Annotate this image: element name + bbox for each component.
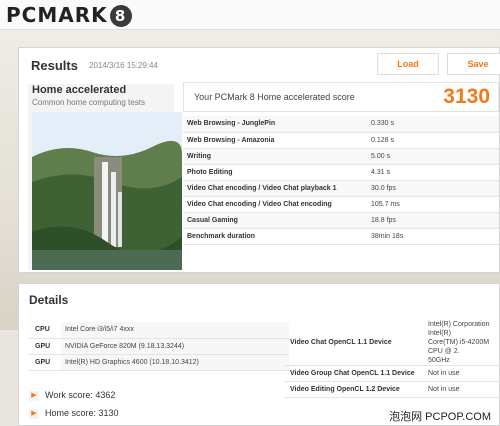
- hardware-table: CPU Intel Core i3/i5/i7 4xxx GPU NVIDIA …: [29, 322, 289, 371]
- top-bar: PCMARK 8: [0, 0, 500, 30]
- hardware-type: CPU: [29, 322, 61, 339]
- metric-value: 105.7 ms: [371, 200, 400, 208]
- home-score-expander[interactable]: ▶ Home score: 3130: [29, 408, 119, 422]
- hardware-name: Intel(R) HD Graphics 4600 (10.18.10.3412…: [61, 354, 289, 371]
- score-label: Your PCMark 8 Home accelerated score: [194, 92, 355, 102]
- metric-name: Photo Editing: [187, 168, 233, 176]
- metrics-table: Web Browsing - JunglePin 0.330 s Web Bro…: [183, 116, 499, 245]
- opencl-name: Video Editing OpenCL 1.2 Device: [284, 381, 424, 398]
- metric-value: 0.330 s: [371, 120, 394, 128]
- chevron-right-icon: ▶: [29, 408, 39, 419]
- chevron-right-icon: ▶: [29, 390, 39, 401]
- save-button[interactable]: Save: [447, 53, 500, 75]
- home-score: Home score: 3130: [45, 408, 119, 418]
- metric-row: Video Chat encoding / Video Chat encodin…: [183, 196, 499, 212]
- results-panel: Results 2014/3/16 15:29:44 Load Save Hom…: [18, 47, 500, 273]
- details-panel: Details CPU Intel Core i3/i5/i7 4xxx GPU…: [18, 283, 500, 426]
- metric-row: Web Browsing - Amazonia 0.128 s: [183, 132, 499, 148]
- waterfall-image: [32, 112, 182, 270]
- test-name: Home accelerated: [32, 84, 127, 96]
- details-title: Details: [29, 293, 69, 307]
- metric-value: 5.00 s: [371, 152, 391, 160]
- hardware-name: NVIDIA GeForce 820M (9.18.13.3244): [61, 338, 289, 355]
- metric-value: 0.128 s: [371, 136, 394, 144]
- score-value: 3130: [443, 85, 490, 108]
- results-date: 2014/3/16 15:29:44: [89, 61, 158, 70]
- metric-row: Casual Gaming 18.8 fps: [183, 212, 499, 228]
- metric-value: 38min 18s: [371, 232, 404, 240]
- metric-name: Casual Gaming: [187, 216, 238, 224]
- metric-name: Web Browsing - Amazonia: [187, 136, 275, 144]
- opencl-device: Not in use: [424, 381, 500, 398]
- test-subtitle: Common home computing tests: [32, 98, 145, 107]
- score-summary: Your PCMark 8 Home accelerated score 313…: [183, 82, 499, 112]
- watermark: 泡泡网 PCPOP.COM: [386, 408, 494, 424]
- metric-row: Video Chat encoding / Video Chat playbac…: [183, 180, 499, 196]
- metric-row: Writing 5.00 s: [183, 148, 499, 164]
- work-score: Work score: 4362: [45, 390, 116, 400]
- metric-value: 4.31 s: [371, 168, 391, 176]
- test-preview: Home accelerated Common home computing t…: [28, 84, 182, 270]
- metric-name: Web Browsing - JunglePin: [187, 120, 276, 128]
- load-button[interactable]: Load: [377, 53, 439, 75]
- hardware-type: GPU: [29, 338, 61, 355]
- metric-row: Photo Editing 4.31 s: [183, 164, 499, 180]
- metric-name: Writing: [187, 152, 211, 160]
- metric-value: 30.0 fps: [371, 184, 396, 192]
- hardware-name: Intel Core i3/i5/i7 4xxx: [61, 322, 289, 339]
- opencl-name: Video Chat OpenCL 1.1 Device: [284, 320, 424, 366]
- metric-name: Video Chat encoding / Video Chat encodin…: [187, 200, 332, 208]
- metric-name: Video Chat encoding / Video Chat playbac…: [187, 184, 337, 192]
- opencl-device: Intel(R) Corporation Intel(R) Core(TM) i…: [424, 320, 500, 366]
- work-score-expander[interactable]: ▶ Work score: 4362: [29, 390, 115, 404]
- metric-row: Benchmark duration 38min 18s: [183, 228, 499, 244]
- hardware-row: CPU Intel Core i3/i5/i7 4xxx: [29, 322, 289, 339]
- opencl-row: Video Editing OpenCL 1.2 Device Not in u…: [284, 381, 500, 398]
- opencl-row: Video Chat OpenCL 1.1 Device Intel(R) Co…: [284, 320, 500, 366]
- metric-value: 18.8 fps: [371, 216, 396, 224]
- opencl-name: Video Group Chat OpenCL 1.1 Device: [284, 365, 424, 382]
- results-title: Results: [31, 58, 78, 73]
- hardware-row: GPU Intel(R) HD Graphics 4600 (10.18.10.…: [29, 354, 289, 371]
- metric-name: Benchmark duration: [187, 232, 256, 240]
- metric-row: Web Browsing - JunglePin 0.330 s: [183, 116, 499, 132]
- hardware-row: GPU NVIDIA GeForce 820M (9.18.13.3244): [29, 338, 289, 355]
- opencl-row: Video Group Chat OpenCL 1.1 Device Not i…: [284, 365, 500, 382]
- opencl-table: Video Chat OpenCL 1.1 Device Intel(R) Co…: [284, 320, 500, 398]
- pcmark-logo: PCMARK 8: [6, 3, 132, 27]
- opencl-device: Not in use: [424, 365, 500, 382]
- hardware-type: GPU: [29, 354, 61, 371]
